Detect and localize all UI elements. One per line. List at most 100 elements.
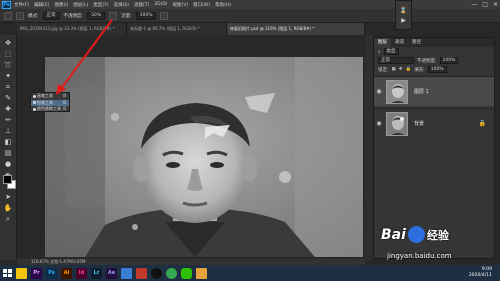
windows-start-icon[interactable] xyxy=(2,268,12,278)
marquee-tool-icon[interactable]: ⬚ xyxy=(3,50,14,59)
tab-document-2[interactable]: 未标题-1 @ 66.7% (图层 1, RGB/8) * xyxy=(127,23,227,35)
mode-select[interactable]: 正常 xyxy=(42,11,60,20)
hand-tool-icon[interactable]: ✋ xyxy=(3,204,14,213)
visibility-eye-icon[interactable]: ◉ xyxy=(374,120,384,127)
taskbar-photoshop-icon[interactable]: Ps xyxy=(46,267,57,279)
blend-mode-select[interactable]: 正常 xyxy=(378,57,414,64)
photoshop-logo: Ps xyxy=(2,0,11,9)
tab-paths[interactable]: 路径 xyxy=(408,38,425,47)
taskbar-clock[interactable]: 9:09 2020/4/11 xyxy=(469,267,492,279)
opacity-field[interactable]: 50% xyxy=(87,11,106,20)
layer-kind-select[interactable]: 类型 xyxy=(383,48,399,55)
flow-label: 流量: xyxy=(121,13,132,19)
lasso-tool-icon[interactable]: ➰ xyxy=(3,61,14,70)
magic-wand-icon[interactable]: ✦ xyxy=(3,72,14,81)
airbrush-icon[interactable] xyxy=(160,11,169,20)
shortcut-key: B xyxy=(63,106,66,111)
lock-all-icon[interactable]: 🔒 xyxy=(406,67,412,72)
menu-filter[interactable]: 滤镜(T) xyxy=(132,2,151,8)
tab-document-3[interactable]: 修复旧照片.psd @ 116% (图层 1, RGB/8#) * xyxy=(227,23,365,35)
layer-row-layer1[interactable]: ◉ 图层 1 xyxy=(374,76,494,106)
path-select-icon[interactable]: ➤ xyxy=(3,193,14,202)
filter-search-icon[interactable]: ⌕ xyxy=(378,49,381,55)
brush-preset-icon[interactable] xyxy=(4,11,12,20)
canvas-area[interactable] xyxy=(17,35,365,260)
brush-panel-icon[interactable] xyxy=(16,11,24,20)
taskbar-indesign-icon[interactable]: Id xyxy=(76,267,87,279)
lock-position-icon[interactable]: ✥ xyxy=(399,67,403,72)
blend-row: 正常 不透明度: 100% xyxy=(374,56,494,65)
menu-help[interactable]: 帮助(H) xyxy=(213,2,233,8)
layer-row-background[interactable]: ◉ 背景 🔒 xyxy=(374,108,494,138)
window-controls: — □ ✕ xyxy=(471,0,498,9)
healing-brush-icon[interactable]: ✚ xyxy=(3,105,14,114)
windows-taskbar: Pr Ps Ai Id Lr Ae 9:09 2020/4/11 xyxy=(0,265,500,281)
watermark-url: jingyan.baidu.com xyxy=(387,252,452,260)
tab-layers[interactable]: 图层 xyxy=(374,38,391,47)
options-bar: 模式: 正常 不透明度: 50% 流量: 100% xyxy=(0,9,500,23)
flow-field[interactable]: 100% xyxy=(135,11,157,20)
play-icon[interactable]: ▶ xyxy=(401,17,406,24)
taskbar-chrome-icon[interactable] xyxy=(166,267,177,279)
brush-icon xyxy=(32,94,36,98)
lock-pixels-icon[interactable]: ▦ xyxy=(392,67,396,72)
baidu-paw-icon xyxy=(407,226,425,243)
eyedropper-icon[interactable]: ✎ xyxy=(3,94,14,103)
menu-edit[interactable]: 编辑(E) xyxy=(32,2,51,8)
menu-layer[interactable]: 图层(L) xyxy=(71,2,90,8)
taskbar-lightroom-icon[interactable]: Lr xyxy=(91,267,102,279)
blur-tool-icon[interactable]: ● xyxy=(3,160,14,169)
tab-channels[interactable]: 通道 xyxy=(391,38,408,47)
opacity-label: 不透明度: xyxy=(63,13,84,19)
mode-label: 模式: xyxy=(28,13,39,19)
taskbar-wechat-icon[interactable] xyxy=(181,267,192,279)
taskbar-aftereffects-icon[interactable]: Ae xyxy=(106,267,117,279)
layers-panel-tabs: 图层 通道 路径 xyxy=(374,38,494,47)
taskbar-qq-icon[interactable] xyxy=(151,267,162,279)
watermark-jingyan: 经验 xyxy=(426,228,449,242)
menu-view[interactable]: 视图(V) xyxy=(171,2,191,8)
pressure-opacity-icon[interactable] xyxy=(109,11,118,20)
minimize-button[interactable]: — xyxy=(471,0,477,9)
floating-mini-panel: ⌛ ▶ xyxy=(395,0,412,30)
taskbar-explorer-icon[interactable] xyxy=(16,267,27,279)
close-button[interactable]: ✕ xyxy=(493,0,498,9)
menu-file[interactable]: 文件(F) xyxy=(12,2,31,8)
clone-stamp-icon[interactable]: ⊥ xyxy=(3,127,14,136)
foreground-color-swatch[interactable] xyxy=(3,175,12,184)
taskbar-illustrator-icon[interactable]: Ai xyxy=(61,267,72,279)
brush-tool-icon[interactable]: ✏ xyxy=(3,116,14,125)
layer-opacity-field[interactable]: 100% xyxy=(439,57,459,64)
layer-opacity-label: 不透明度: xyxy=(417,58,437,64)
layer-thumbnail xyxy=(386,79,408,104)
pencil-icon xyxy=(32,101,36,104)
layer-thumbnail xyxy=(386,111,408,136)
menu-image[interactable]: 图像(I) xyxy=(52,2,70,8)
taskbar-photos-icon[interactable] xyxy=(121,267,132,279)
zoom-tool-icon[interactable]: ⌕ xyxy=(3,215,14,224)
menu-select[interactable]: 选择(S) xyxy=(112,2,131,8)
menu-window[interactable]: 窗口(W) xyxy=(191,2,212,8)
old-photo-canvas[interactable] xyxy=(45,57,363,257)
menu-type[interactable]: 类型(Y) xyxy=(91,2,110,8)
collapsed-panel-strip xyxy=(365,35,373,260)
fill-field[interactable]: 100% xyxy=(427,66,447,73)
menu-item-color-replacement-tool[interactable]: 颜色替换工具 B xyxy=(31,106,69,113)
taskbar-folder-icon[interactable] xyxy=(196,267,207,279)
color-replace-icon xyxy=(32,107,36,111)
move-tool-icon[interactable]: ✥ xyxy=(3,39,14,48)
maximize-button[interactable]: □ xyxy=(482,0,488,9)
taskbar-premiere-icon[interactable]: Pr xyxy=(31,267,42,279)
menu-item-label: 画笔工具 xyxy=(37,93,53,98)
tab-document-1[interactable]: IMG_20190413.jpg @ 33.3% (图层 1, RGB/8#) … xyxy=(17,23,127,35)
menu-3d[interactable]: 3D(D) xyxy=(152,2,169,7)
visibility-eye-icon[interactable]: ◉ xyxy=(374,88,384,95)
layer-filter-row: ⌕ 类型 xyxy=(374,47,494,56)
history-icon[interactable]: ⌛ xyxy=(400,7,407,14)
eraser-icon[interactable]: ◧ xyxy=(3,138,14,147)
taskbar-media-icon[interactable] xyxy=(136,267,147,279)
gradient-tool-icon[interactable]: ▤ xyxy=(3,149,14,158)
watermark-bai: Bai xyxy=(381,226,406,243)
lock-row: 锁定: ▦ ✥ 🔒 填充: 100% xyxy=(374,65,494,74)
crop-tool-icon[interactable]: ⌗ xyxy=(3,83,14,92)
